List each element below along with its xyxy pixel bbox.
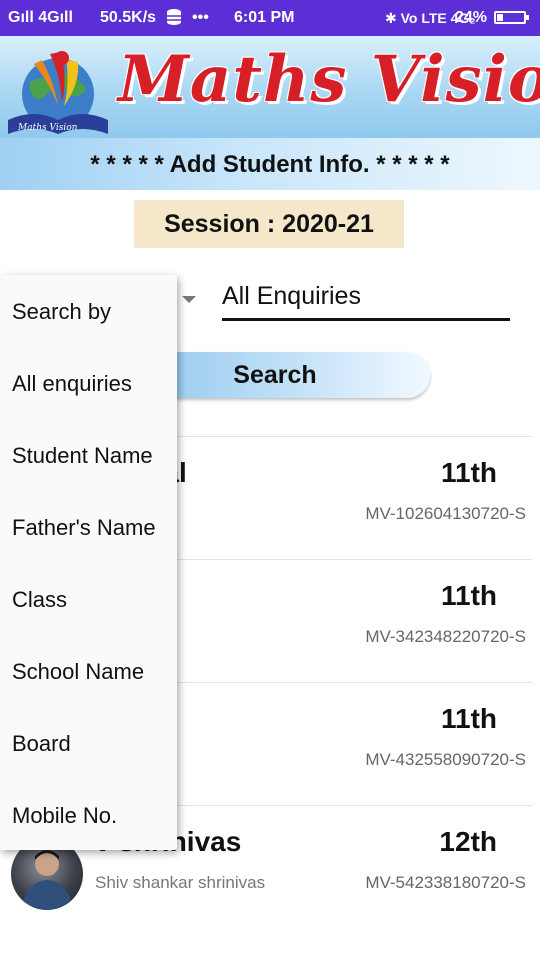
search-button-label: Search	[233, 361, 317, 389]
menu-item-mobile-no[interactable]: Mobile No.	[12, 803, 117, 829]
menu-item-board[interactable]: Board	[12, 731, 71, 757]
status-bar: Gıll 4Gıll 50.5K/s ••• 6:01 PM ✱ Vo LTE …	[0, 0, 540, 36]
page-header: * * * * * Add Student Info. * * * * *	[0, 138, 540, 190]
more-icon: •••	[192, 9, 209, 26]
signal-icon: Gıll 4Gıll	[8, 9, 73, 26]
menu-item-school-name[interactable]: School Name	[12, 659, 144, 685]
storage-icon	[165, 8, 183, 31]
student-class: 11th	[440, 703, 497, 734]
logo-text: Maths Vision	[17, 123, 78, 133]
battery-percent: 24%	[455, 9, 488, 26]
clock: 6:01 PM	[234, 9, 295, 26]
student-class: 12th	[439, 826, 497, 857]
student-code: MV-432558090720-S	[365, 750, 526, 769]
app-title: Maths Vision	[118, 42, 540, 117]
menu-item-student-name[interactable]: Student Name	[12, 443, 153, 469]
student-code: MV-102604130720-S	[365, 504, 526, 523]
search-by-dropdown-arrow-icon[interactable]	[182, 296, 196, 303]
student-code: MV-342348220720-S	[365, 627, 526, 646]
session-badge: Session : 2020-21	[134, 200, 404, 248]
battery-level	[497, 14, 503, 21]
enquiry-filter-input[interactable]: All Enquiries	[222, 280, 510, 321]
menu-item-all-enquiries[interactable]: All enquiries	[12, 371, 132, 397]
student-code: MV-542338180720-S	[365, 873, 526, 892]
student-class: 11th	[440, 457, 497, 488]
app-logo: Maths Vision	[4, 44, 112, 136]
student-class: 11th	[440, 580, 497, 611]
father-name: Shiv shankar shrinivas	[95, 873, 266, 892]
app-banner: Maths Vision Maths Vision	[0, 36, 540, 138]
network-speed: 50.5K/s	[100, 9, 157, 26]
menu-item-fathers-name[interactable]: Father's Name	[12, 515, 156, 541]
page-title: * * * * * Add Student Info. * * * * *	[90, 151, 450, 178]
menu-item-search-by[interactable]: Search by	[12, 299, 111, 325]
menu-item-class[interactable]: Class	[12, 587, 67, 613]
search-by-menu: Search by All enquiries Student Name Fat…	[0, 275, 177, 850]
battery-icon	[494, 11, 529, 24]
